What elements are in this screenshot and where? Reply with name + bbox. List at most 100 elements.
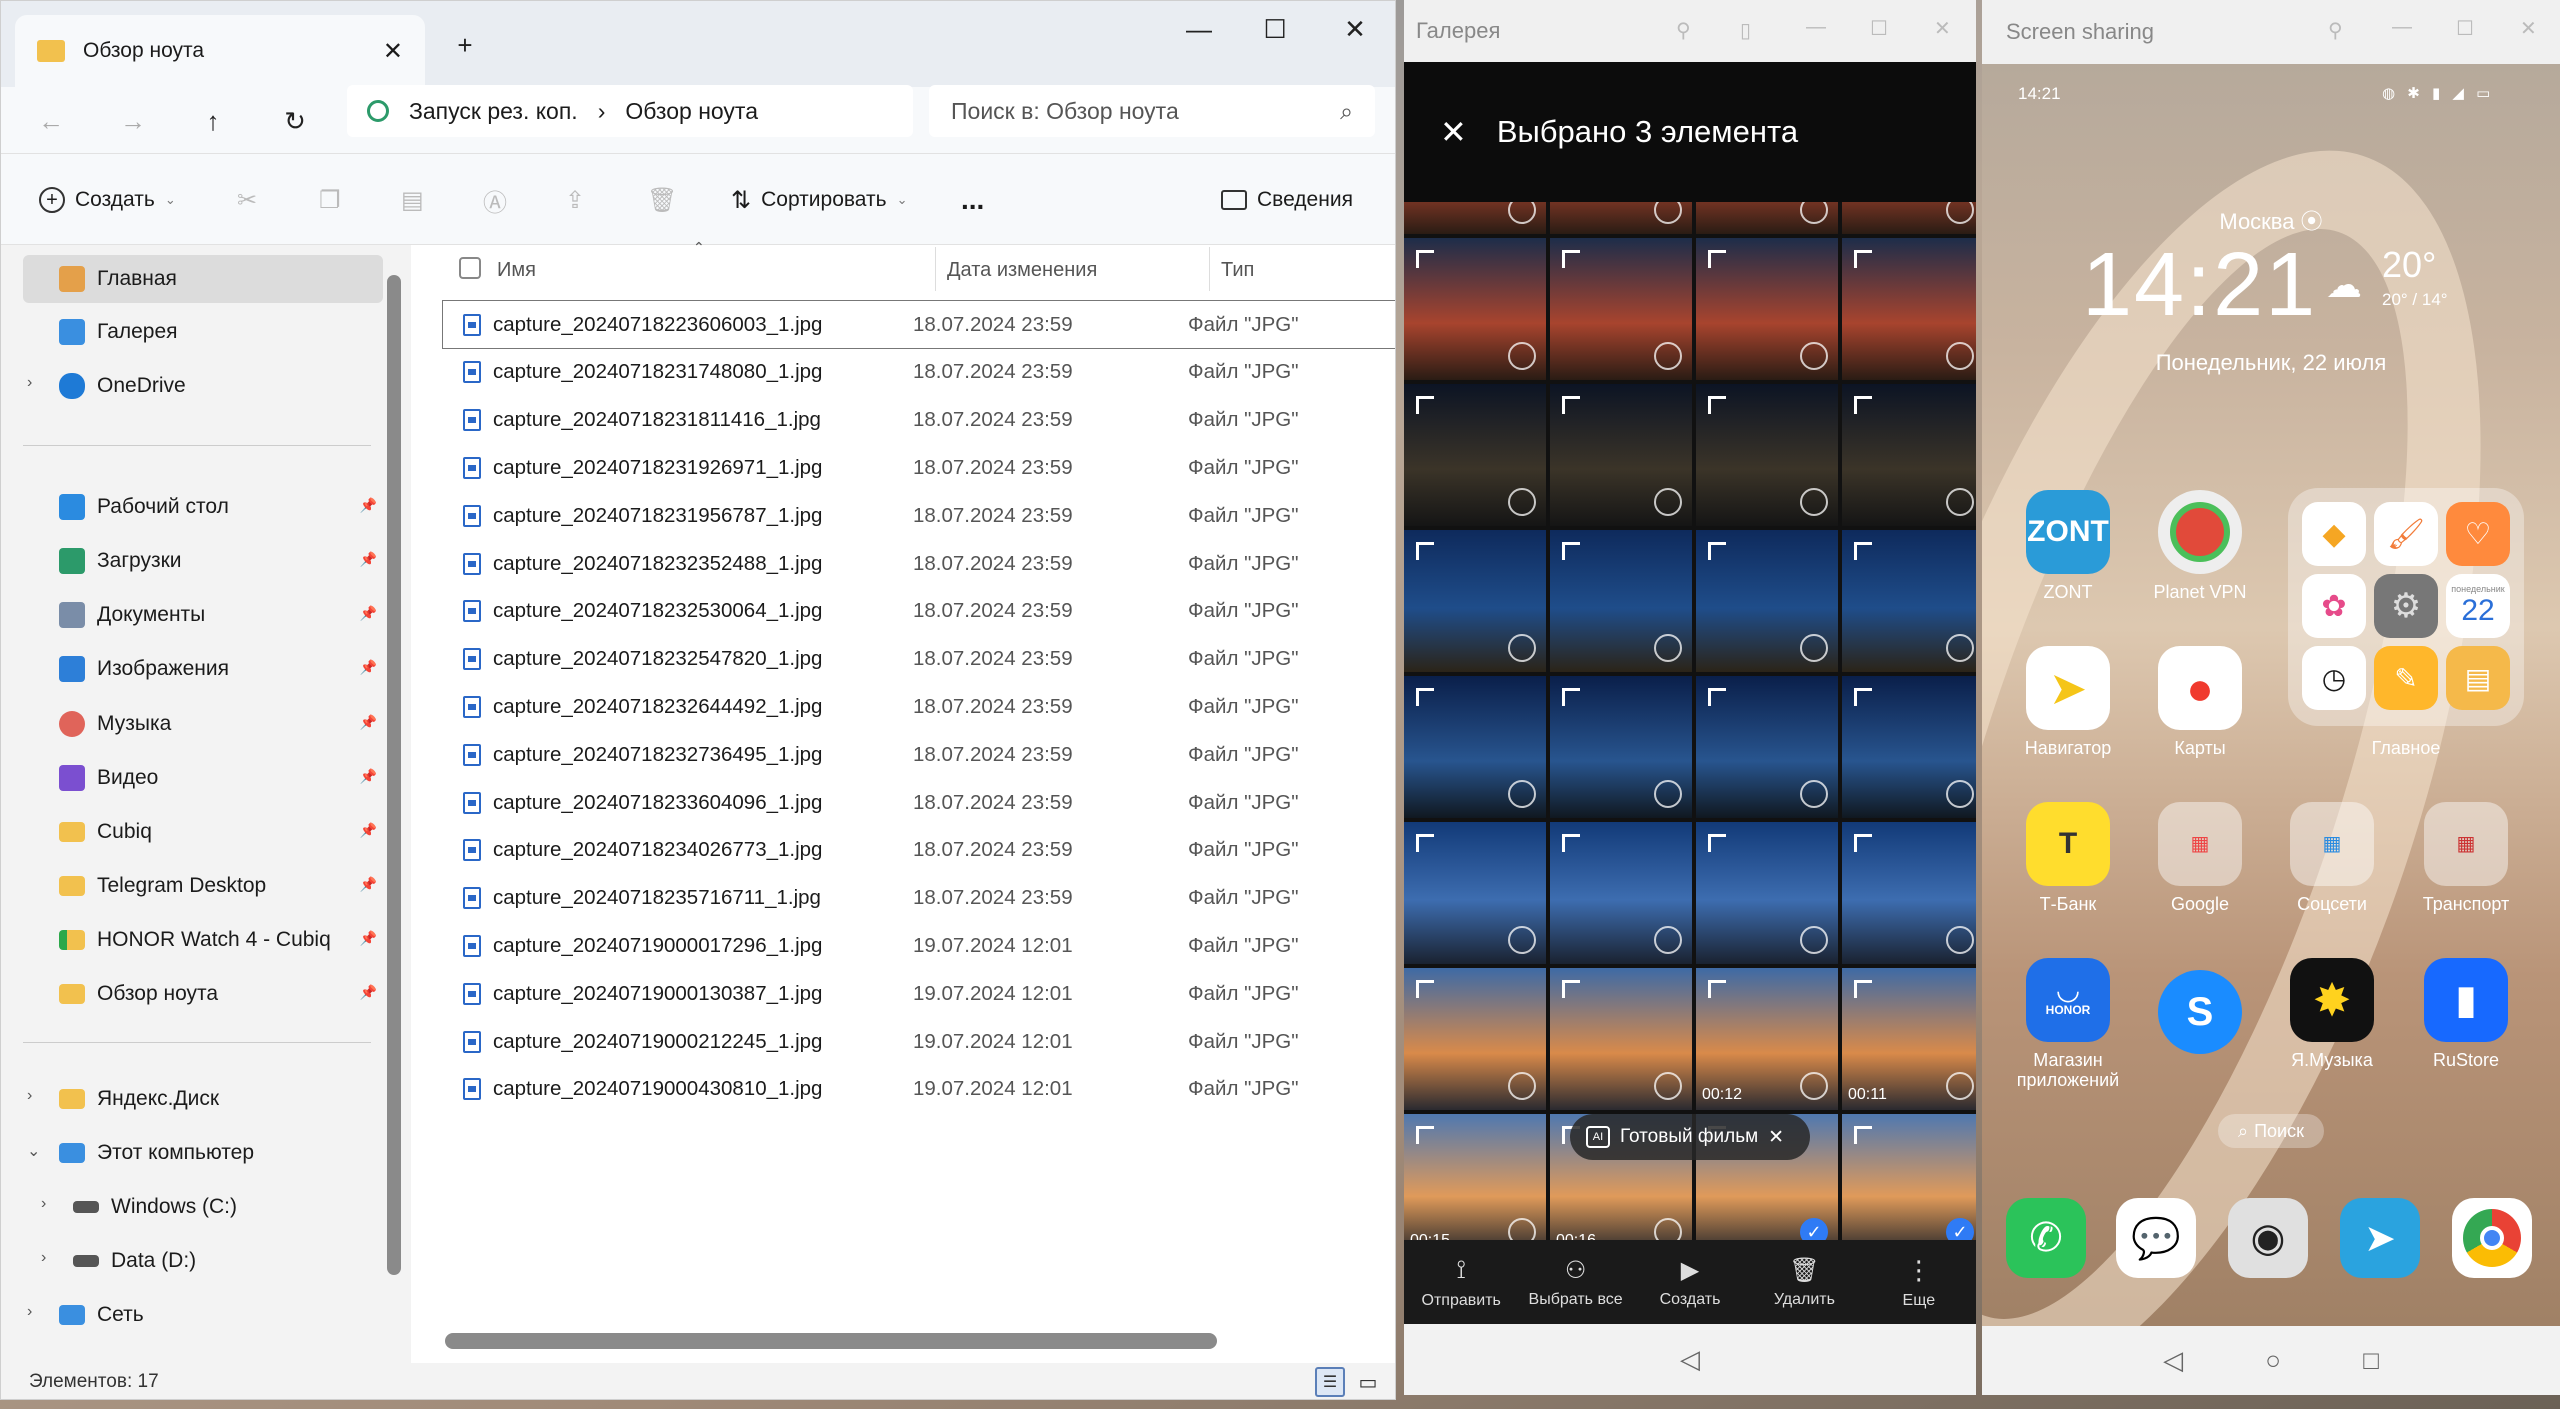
table-row[interactable]: capture_20240718231956787_1.jpg 18.07.202… [443,492,1395,539]
sidebar-item-onedrive[interactable]: › OneDrive [23,362,383,410]
maximize-icon[interactable]: ☐ [1870,16,1888,41]
pin-icon[interactable]: 📌 [360,659,377,676]
photo-thumbnail[interactable] [1842,822,1976,964]
refresh-icon[interactable]: ↻ [277,103,313,139]
rotate-icon[interactable]: ▯ [1740,18,1751,43]
expand-icon[interactable] [1416,980,1434,998]
camera-app-icon[interactable]: ◉ [2228,1198,2308,1278]
pin-icon[interactable]: 📌 [360,984,377,1001]
photo-thumbnail[interactable] [1696,822,1838,964]
app-yandex-music[interactable]: ✸ Я.Музыка [2272,958,2392,1070]
expand-icon[interactable] [1562,688,1580,706]
sidebar-item-telegram[interactable]: Telegram Desktop 📌 [23,862,383,910]
photo-thumbnail[interactable] [1696,202,1838,234]
table-row[interactable]: capture_20240718232736495_1.jpg 18.07.202… [443,731,1395,778]
select-circle[interactable] [1508,780,1536,808]
tab-active[interactable]: Обзор ноута ✕ [15,15,425,87]
app-zont[interactable]: ZONT ZONT [2008,490,2128,602]
forward-icon[interactable]: → [115,103,151,139]
expand-icon[interactable] [1708,396,1726,414]
chevron-right-icon[interactable]: › [27,374,32,392]
table-row[interactable]: capture_20240719000130387_1.jpg 19.07.202… [443,970,1395,1017]
paste-icon[interactable]: ▤ [401,154,424,246]
table-row[interactable]: capture_20240719000430810_1.jpg 19.07.202… [443,1066,1395,1113]
expand-icon[interactable] [1854,250,1872,268]
sidebar-item-drive-c[interactable]: › Windows (C:) [23,1183,383,1231]
share-icon[interactable]: ⇪ [565,154,585,246]
select-circle[interactable] [1654,780,1682,808]
table-row[interactable]: capture_20240718232644492_1.jpg 18.07.202… [443,683,1395,730]
phone-app-icon[interactable]: ✆ [2006,1198,2086,1278]
photo-thumbnail[interactable] [1404,968,1546,1110]
maximize-icon[interactable]: ☐ [2456,16,2474,41]
checked-icon[interactable]: ✓ [1800,1218,1828,1240]
photo-thumbnail[interactable] [1550,822,1692,964]
up-icon[interactable]: ↑ [195,103,231,139]
pin-icon[interactable]: ⚲ [1676,18,1691,43]
app-maps[interactable]: ● Карты [2140,646,2260,758]
photo-thumbnail[interactable] [1842,384,1976,526]
select-circle[interactable] [1654,1072,1682,1100]
close-window-icon[interactable]: ✕ [2520,16,2537,41]
photo-thumbnail[interactable]: 00:11 [1842,968,1976,1110]
table-row[interactable]: capture_20240718232530064_1.jpg 18.07.202… [443,588,1395,635]
back-nav-icon[interactable]: ◁ [1680,1344,1700,1375]
photo-thumbnail[interactable] [1404,676,1546,818]
column-name[interactable]: Имя [497,259,536,282]
sidebar-item-music[interactable]: Музыка 📌 [23,700,383,748]
maximize-icon[interactable]: ☐ [1257,11,1293,47]
table-row[interactable]: capture_20240718232547820_1.jpg 18.07.202… [443,636,1395,683]
select-circle[interactable] [1800,488,1828,516]
details-button[interactable]: Сведения [1221,154,1353,246]
photo-thumbnail[interactable]: 00:15 [1404,1114,1546,1240]
photo-thumbnail[interactable] [1842,676,1976,818]
select-circle[interactable] [1654,488,1682,516]
create-button[interactable]: ▶ Создать [1633,1240,1747,1324]
sort-button[interactable]: ⇅ Сортировать ⌄ [731,154,907,246]
delete-button[interactable]: 🗑 Удалить [1747,1240,1861,1324]
chevron-right-icon[interactable]: › [27,1303,32,1321]
sidebar-item-cubiq[interactable]: Cubiq 📌 [23,808,383,856]
expand-icon[interactable] [1854,980,1872,998]
breadcrumb-item[interactable]: Запуск рез. коп. [409,98,578,125]
sidebar-item-documents[interactable]: Документы 📌 [23,591,383,639]
select-circle[interactable] [1800,342,1828,370]
expand-icon[interactable] [1416,250,1434,268]
sidebar-item-home[interactable]: Главная [23,255,383,303]
select-circle[interactable] [1654,634,1682,662]
expand-icon[interactable] [1708,250,1726,268]
chevron-down-icon[interactable]: ⌄ [27,1141,40,1161]
new-tab-icon[interactable]: + [447,27,483,63]
expand-icon[interactable] [1854,688,1872,706]
select-circle[interactable] [1654,926,1682,954]
chevron-right-icon[interactable]: › [41,1195,46,1213]
expand-icon[interactable] [1416,688,1434,706]
photo-thumbnail[interactable] [1404,238,1546,380]
close-tab-icon[interactable]: ✕ [383,37,403,66]
recents-nav-icon[interactable]: □ [2363,1345,2379,1376]
pin-icon[interactable]: 📌 [360,714,377,731]
share-button[interactable]: ⟟ Отправить [1404,1240,1518,1324]
sidebar-item-videos[interactable]: Видео 📌 [23,754,383,802]
sidebar-item-this-pc[interactable]: ⌄ Этот компьютер [23,1129,383,1177]
chevron-right-icon[interactable]: › [27,1087,32,1105]
pin-icon[interactable]: 📌 [360,497,377,514]
expand-icon[interactable] [1854,396,1872,414]
select-circle[interactable] [1508,926,1536,954]
select-circle[interactable] [1508,1072,1536,1100]
more-button[interactable]: ⋮ Еще [1862,1240,1976,1324]
minimize-icon[interactable]: — [1806,16,1826,39]
expand-icon[interactable] [1854,834,1872,852]
breadcrumb-item[interactable]: Обзор ноута [625,98,758,125]
app-shazam[interactable]: S [2140,970,2260,1062]
expand-icon[interactable] [1708,980,1726,998]
pin-icon[interactable]: 📌 [360,930,377,947]
table-row[interactable]: capture_20240718235716711_1.jpg 18.07.202… [443,875,1395,922]
search-input[interactable]: Поиск в: Обзор ноута ⌕ [929,85,1375,137]
sidebar-item-obzor[interactable]: Обзор ноута 📌 [23,970,383,1018]
expand-icon[interactable] [1708,542,1726,560]
expand-icon[interactable] [1416,1126,1434,1144]
photo-thumbnail[interactable] [1404,202,1546,234]
column-divider[interactable] [935,247,936,291]
select-circle[interactable] [1800,634,1828,662]
